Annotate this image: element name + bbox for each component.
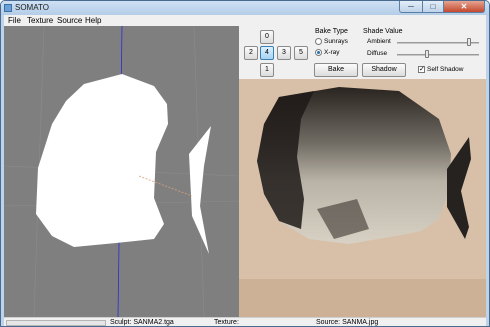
maximize-button[interactable]: □ (422, 1, 444, 13)
radio-xray-circle[interactable] (315, 49, 322, 56)
diffuse-slider-thumb[interactable] (425, 50, 429, 58)
progress-bar (6, 320, 106, 326)
window-title: SOMATO (15, 3, 49, 12)
status-bar: Sculpt: SANMA2.tga Texture: Source: SANM… (4, 317, 486, 326)
self-shadow-checkbox[interactable]: ✓ (418, 66, 425, 73)
status-source: Source: SANMA.jpg (316, 319, 379, 326)
ambient-slider-thumb[interactable] (467, 38, 471, 46)
diffuse-label: Diffuse (367, 50, 388, 57)
control-panel: 0 2 4 3 5 1 Bake Type Sunrays X-ray Shad… (239, 26, 486, 79)
radio-sunrays-label: Sunrays (324, 38, 348, 46)
menu-help[interactable]: Help (85, 16, 101, 25)
menu-bar: File Texture Source Help (4, 15, 486, 26)
ambient-label: Ambient (367, 38, 391, 45)
sculpt-viewport[interactable] (4, 26, 239, 317)
view-button-1[interactable]: 1 (260, 63, 274, 77)
minimize-button[interactable]: ─ (399, 1, 423, 13)
menu-file[interactable]: File (8, 16, 21, 25)
bake-type-label: Bake Type (315, 28, 348, 35)
view-button-2[interactable]: 2 (244, 46, 258, 60)
view-button-3[interactable]: 3 (277, 46, 291, 60)
title-bar[interactable]: SOMATO ─ □ ✕ (1, 1, 489, 15)
bake-button[interactable]: Bake (314, 63, 358, 77)
status-texture: Texture: (214, 319, 239, 326)
view-button-5[interactable]: 5 (294, 46, 308, 60)
menu-source[interactable]: Source (57, 16, 82, 25)
radio-xray-label: X-ray (324, 49, 340, 57)
fish-silhouette (36, 74, 168, 247)
menu-texture[interactable]: Texture (27, 16, 53, 25)
self-shadow-label: Self Shadow (427, 66, 464, 73)
shadow-button[interactable]: Shadow (362, 63, 406, 77)
radio-sunrays-circle[interactable] (315, 38, 322, 45)
close-button[interactable]: ✕ (443, 1, 485, 13)
status-sculpt: Sculpt: SANMA2.tga (110, 319, 174, 326)
view-button-0[interactable]: 0 (260, 30, 274, 44)
fish-tail-silhouette (189, 126, 211, 254)
app-icon (4, 4, 12, 12)
diffuse-slider-track[interactable] (397, 54, 479, 56)
radio-xray[interactable]: X-ray (315, 49, 340, 56)
radio-sunrays[interactable]: Sunrays (315, 38, 348, 45)
source-image (239, 79, 486, 317)
shade-value-label: Shade Value (363, 28, 403, 35)
view-button-4[interactable]: 4 (260, 46, 274, 60)
app-window: SOMATO ─ □ ✕ File Texture Source Help 0 … (0, 0, 490, 327)
